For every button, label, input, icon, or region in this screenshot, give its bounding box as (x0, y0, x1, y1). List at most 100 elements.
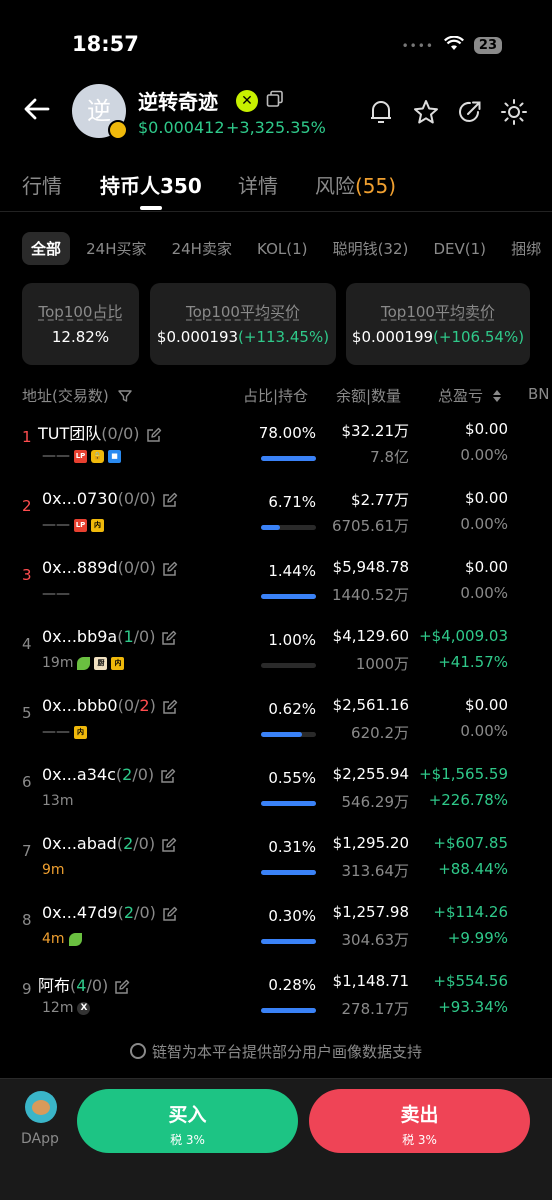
edit-note-icon[interactable] (162, 906, 178, 922)
trade-count: (2/0) (116, 834, 156, 853)
filter-dev[interactable]: DEV(1) (424, 234, 495, 264)
clock: 18:57 (72, 32, 139, 56)
holder-quantity: 6705.61万 (331, 517, 409, 535)
edit-note-icon[interactable] (161, 837, 177, 853)
holder-address[interactable]: 0x...bbb0(0/2) (42, 696, 178, 715)
holder-address[interactable]: 0x...889d(0/0) (42, 558, 178, 577)
filter-smart-money[interactable]: 聪明钱(32) (324, 232, 418, 265)
holder-balance: $2.77万 (351, 491, 409, 509)
holder-address[interactable]: 0x...0730(0/0) (42, 489, 178, 508)
stat-value: 12.82% (22, 328, 139, 346)
holder-row[interactable]: 4 0x...bb9a(1/0) 19m 厨内 1.00% $4,129.60 1000万 +… (0, 627, 552, 696)
buy-count: 2 (122, 765, 133, 784)
data-source-note: 链智为本平台提供部分用户画像数据支持 (0, 1041, 552, 1062)
battery-indicator: 23 (473, 37, 502, 54)
star-icon[interactable] (412, 98, 440, 130)
holder-quantity: 313.64万 (341, 862, 410, 880)
stat-value: $0.000199(+106.54%) (346, 328, 530, 346)
holder-rank: 8 (22, 911, 32, 929)
holder-address-text: 0x...abad (42, 834, 117, 853)
edit-note-icon[interactable] (162, 492, 178, 508)
filter-bundled[interactable]: 捆绑 (502, 232, 550, 265)
holder-address[interactable]: 0x...47d9(2/0) (42, 903, 178, 922)
dapp-label[interactable]: DApp (21, 1131, 59, 1147)
holder-row[interactable]: 6 0x...a34c(2/0) 13m 0.55% $2,255.94 546.29万 +… (0, 765, 552, 834)
holder-pnl-pct: 0.00% (460, 446, 508, 464)
holder-quantity: 620.2万 (351, 724, 409, 742)
edit-note-icon[interactable] (146, 427, 162, 443)
buy-count: 0 (123, 558, 135, 577)
holder-share-pct: 1.00% (268, 631, 316, 649)
sell-count: 0 (139, 627, 150, 646)
holder-address[interactable]: 0x...a34c(2/0) (42, 765, 176, 784)
holder-row[interactable]: 1 TUT团队(0/0) —— LP 🔒 ■ 78.00% $32.21万 7.8亿 $0.00 0… (0, 420, 552, 489)
tab-holders[interactable]: 持币人350 (100, 170, 202, 199)
holder-pnl-pct: +93.34% (438, 998, 508, 1016)
tab-market[interactable]: 行情 (22, 170, 62, 199)
holder-share-pct: 1.44% (268, 562, 316, 580)
tab-details[interactable]: 详情 (238, 170, 278, 199)
holder-address-text: 0x...bbb0 (42, 696, 118, 715)
holder-time: —— (42, 448, 70, 464)
holder-rank: 6 (22, 773, 32, 791)
holder-address[interactable]: TUT团队(0/0) (38, 420, 162, 444)
holders-table-header: 地址(交易数) 占比|持仓 余额|数量 总盈亏 BN (0, 385, 552, 407)
filter-kol[interactable]: KOL(1) (248, 234, 316, 264)
holder-meta: —— LP 内 (42, 517, 104, 533)
edit-note-icon[interactable] (162, 699, 178, 715)
dapp-pancake-icon[interactable] (25, 1091, 57, 1123)
trade-count: (0/2) (117, 696, 156, 715)
filter-24h-buyers[interactable]: 24H买家 (77, 232, 155, 265)
filter-all[interactable]: 全部 (22, 232, 71, 265)
holder-row[interactable]: 3 0x...889d(0/0) —— 1.44% $5,948.78 1440.52万 $… (0, 558, 552, 627)
holder-rank: 5 (22, 704, 32, 722)
holder-pnl: +$1,565.59 (419, 765, 508, 783)
back-arrow-icon[interactable] (22, 94, 52, 128)
sort-icon[interactable] (492, 389, 502, 403)
theme-sun-icon[interactable] (500, 98, 528, 130)
edit-note-icon[interactable] (160, 768, 176, 784)
column-address[interactable]: 地址(交易数) (22, 385, 132, 406)
edit-note-icon[interactable] (114, 979, 130, 995)
copy-icon[interactable] (266, 90, 284, 112)
holder-quantity: 1440.52万 (331, 586, 409, 604)
holder-balance: $4,129.60 (332, 627, 409, 645)
holder-pnl-pct: +88.44% (438, 860, 508, 878)
filter-funnel-icon[interactable] (117, 389, 132, 403)
token-price: $0.000412 (138, 118, 225, 137)
holder-row[interactable]: 7 0x...abad(2/0) 9m 0.31% $1,295.20 313.64万 +$… (0, 834, 552, 903)
sell-count: 0 (137, 765, 148, 784)
tab-risk[interactable]: 风险(55) (315, 170, 396, 199)
share-icon[interactable] (456, 98, 484, 130)
column-pnl[interactable]: 总盈亏 (438, 385, 502, 406)
lp-tag-icon: LP (74, 518, 87, 532)
holder-meta: —— (42, 586, 70, 602)
edit-note-icon[interactable] (162, 561, 178, 577)
holding-bar (261, 663, 316, 668)
buy-button[interactable]: 买入 税 3% (77, 1089, 298, 1153)
holder-address[interactable]: 0x...bb9a(1/0) (42, 627, 177, 646)
buy-count: 0 (123, 696, 134, 715)
bell-icon[interactable] (368, 98, 394, 130)
holder-row[interactable]: 9 阿布(4/0) 12m X 0.28% $1,148.71 278.17万 +$554.5… (0, 972, 552, 1041)
holder-address[interactable]: 0x...abad(2/0) (42, 834, 177, 853)
chain-badge-icon (108, 120, 128, 140)
sell-button[interactable]: 卖出 税 3% (309, 1089, 530, 1153)
holder-row[interactable]: 8 0x...47d9(2/0) 4m 0.30% $1,257.98 304.63万 +$… (0, 903, 552, 972)
sell-count: 0 (138, 834, 149, 853)
holder-rank: 4 (22, 635, 32, 653)
edit-note-icon[interactable] (161, 630, 177, 646)
leaf-tag-icon (77, 656, 91, 670)
holder-row[interactable]: 5 0x...bbb0(0/2) —— 内 0.62% $2,561.16 620.2万 $0… (0, 696, 552, 765)
sell-count: 0 (139, 489, 150, 508)
x-tag-icon: X (77, 1001, 91, 1015)
holder-address[interactable]: 阿布(4/0) (38, 972, 130, 996)
holder-row[interactable]: 2 0x...0730(0/0) —— LP 内 6.71% $2.77万 6705.61万 $… (0, 489, 552, 558)
main-tabs: 行情 持币人350 详情 风险(55) (0, 160, 552, 212)
holder-share-pct: 0.31% (268, 838, 316, 856)
holder-time: —— (42, 724, 70, 740)
status-bar: 18:57 •••• 23 (0, 0, 552, 90)
holder-filters: 全部 24H买家 24H卖家 KOL(1) 聪明钱(32) DEV(1) 捆绑 (22, 232, 552, 268)
filter-24h-sellers[interactable]: 24H卖家 (163, 232, 241, 265)
stat-label: Top100平均卖价 (381, 303, 495, 321)
